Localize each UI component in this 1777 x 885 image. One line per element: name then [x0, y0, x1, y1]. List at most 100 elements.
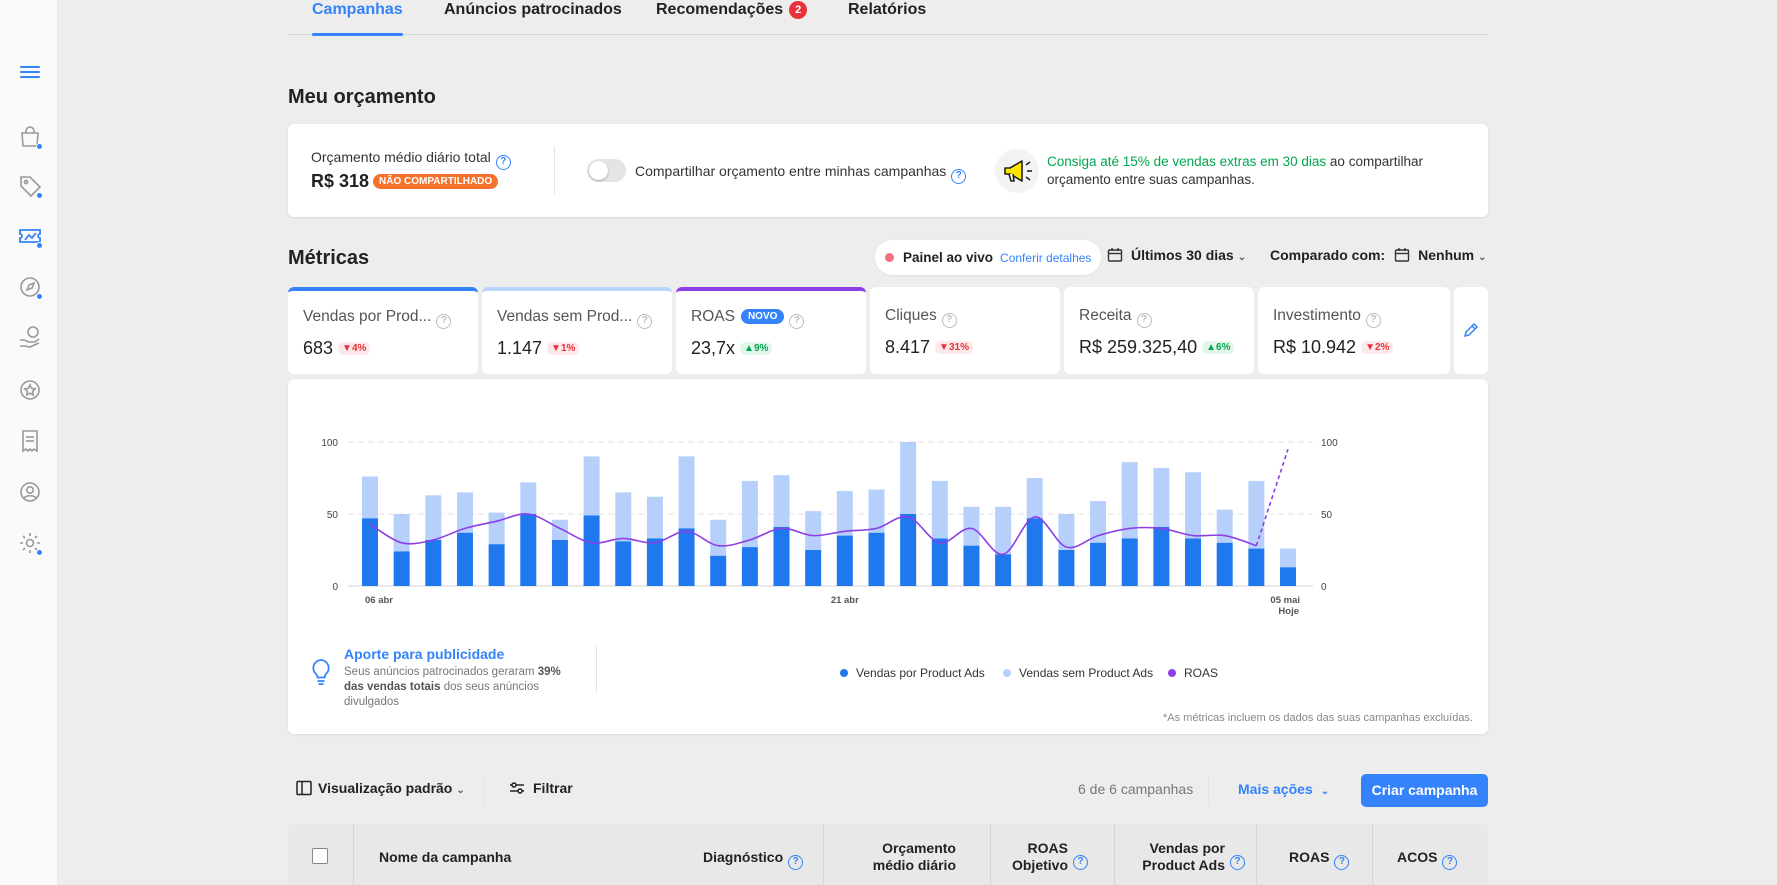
- legend-item-vendas-por-product-ads[interactable]: Vendas por Product Ads: [840, 666, 985, 680]
- compass-icon[interactable]: [17, 274, 43, 300]
- tab-recomendacoes[interactable]: Recomendações 2: [656, 0, 808, 35]
- bar-vendas-por-product-ads: [995, 554, 1012, 586]
- help-icon[interactable]: ?: [941, 313, 957, 328]
- notification-badge: 2: [789, 1, 808, 19]
- bar-vendas-por-product-ads: [931, 538, 948, 586]
- bar-vendas-sem-product-ads: [963, 506, 980, 546]
- tab-relatorios[interactable]: Relatórios: [848, 0, 926, 35]
- more-actions-button[interactable]: Mais ações ⌄: [1238, 781, 1329, 797]
- select-all-checkbox[interactable]: [312, 848, 328, 864]
- legend-label: ROAS: [1184, 666, 1219, 680]
- help-icon[interactable]: ?: [1073, 855, 1088, 870]
- column-header-nome[interactable]: Nome da campanha: [379, 849, 511, 866]
- metric-tile-investimento[interactable]: Investimento? R$ 10.942 ▼2%: [1258, 287, 1450, 374]
- user-icon[interactable]: [17, 479, 43, 505]
- shopping-bag-icon[interactable]: [17, 124, 43, 150]
- ads-ticket-icon[interactable]: [17, 223, 43, 249]
- bar-vendas-sem-product-ads: [1058, 514, 1075, 550]
- tile-value-text: 23,7x: [691, 338, 736, 358]
- budget-value-row: R$ 318 NÃO COMPARTILHADO: [311, 171, 499, 192]
- bar-vendas-por-product-ads: [646, 538, 663, 586]
- live-details-link[interactable]: Conferir detalhes: [1000, 251, 1091, 265]
- tile-value-text: 1.147: [497, 338, 543, 358]
- help-icon[interactable]: ?: [1136, 313, 1152, 328]
- help-icon[interactable]: ?: [951, 169, 967, 184]
- bar-vendas-sem-product-ads: [1153, 467, 1170, 527]
- column-divider: [1372, 824, 1373, 885]
- period-selector[interactable]: Últimos 30 dias ⌄: [1107, 247, 1246, 263]
- bar-vendas-sem-product-ads: [488, 512, 505, 545]
- help-icon[interactable]: ?: [495, 155, 511, 170]
- bar-vendas-por-product-ads: [900, 514, 917, 586]
- settings-icon[interactable]: [17, 530, 43, 556]
- insight-title[interactable]: Aporte para publicidade: [344, 646, 504, 662]
- legend-dot: [1168, 669, 1176, 677]
- column-header-label: Diagnóstico: [703, 849, 784, 865]
- y-tick-label-right: 0: [1321, 582, 1327, 593]
- share-budget-toggle[interactable]: [587, 159, 626, 182]
- metric-tile-receita[interactable]: Receita? R$ 259.325,40 ▲6%: [1064, 287, 1254, 374]
- tab-anuncios-patrocinados[interactable]: Anúncios patrocinados: [444, 0, 622, 35]
- menu-icon[interactable]: [17, 59, 43, 85]
- view-selector[interactable]: Visualização padrão ⌄: [296, 780, 465, 796]
- help-icon[interactable]: ?: [789, 314, 805, 329]
- bar-vendas-sem-product-ads: [773, 475, 790, 527]
- compare-selector[interactable]: Comparado com: Nenhum ⌄: [1270, 247, 1487, 263]
- bar-vendas-sem-product-ads: [805, 511, 822, 550]
- star-badge-icon[interactable]: [17, 377, 43, 403]
- bar-vendas-por-product-ads: [456, 532, 473, 586]
- tile-value-text: 683: [303, 338, 334, 358]
- chart-card: 0 0 50 50 100 100 06 abr 21 abr 05 mai Hoje Aport…: [288, 379, 1488, 734]
- tile-name: Investimento?: [1273, 307, 1381, 328]
- legend-item-vendas-sem-product-ads[interactable]: Vendas sem Product Ads: [1003, 666, 1153, 680]
- metric-tile-cliques[interactable]: Cliques? 8.417 ▼31%: [870, 287, 1060, 374]
- pencil-icon: [1463, 322, 1479, 338]
- help-icon[interactable]: ?: [1442, 855, 1458, 870]
- tab-bar: Campanhas Anúncios patrocinados Recomend…: [288, 0, 1488, 36]
- help-icon[interactable]: ?: [1334, 855, 1350, 870]
- legend-item-roas[interactable]: ROAS: [1168, 666, 1218, 680]
- tile-name: Vendas por Prod...?: [303, 308, 452, 329]
- column-header-roas-objetivo[interactable]: ROAS Objetivo?: [1008, 840, 1088, 874]
- status-badge: NÃO COMPARTILHADO: [373, 174, 499, 189]
- delta-badge: ▲9%: [740, 342, 773, 355]
- bar-vendas-por-product-ads: [773, 526, 790, 586]
- tag-icon[interactable]: [17, 173, 43, 199]
- metric-tile-vendas-sem-product-ads[interactable]: Vendas sem Prod...? 1.147 ▼1%: [482, 287, 672, 374]
- metric-tile-roas[interactable]: ROAS NOVO? 23,7x ▲9%: [676, 287, 866, 374]
- bar-vendas-por-product-ads: [1248, 548, 1265, 586]
- column-header-vendas-por-product-ads[interactable]: Vendas por Product Ads?: [1123, 840, 1245, 874]
- delta-badge: ▲6%: [1202, 341, 1235, 354]
- tile-value: 683 ▼4%: [303, 338, 371, 359]
- tab-campanhas[interactable]: Campanhas: [312, 0, 403, 36]
- money-hand-icon[interactable]: [17, 324, 43, 350]
- bar-vendas-sem-product-ads: [1248, 480, 1265, 549]
- help-icon[interactable]: ?: [1230, 855, 1245, 870]
- tab-label: Relatórios: [848, 1, 927, 18]
- y-tick-label-left: 0: [332, 582, 338, 593]
- help-icon[interactable]: ?: [788, 855, 804, 870]
- tab-label: Recomendações: [656, 1, 784, 18]
- bar-vendas-sem-product-ads: [362, 476, 378, 519]
- column-header-roas[interactable]: ROAS?: [1289, 849, 1350, 870]
- delta-badge: ▼31%: [935, 341, 973, 354]
- tile-name-text: Vendas sem Prod...: [497, 308, 633, 325]
- column-header-orcamento[interactable]: Orçamento médio diário: [840, 840, 956, 874]
- bar-vendas-por-product-ads: [1090, 542, 1107, 586]
- filter-button[interactable]: Filtrar: [509, 780, 573, 796]
- tile-value: R$ 10.942 ▼2%: [1273, 337, 1394, 358]
- help-icon[interactable]: ?: [637, 314, 653, 329]
- share-label-text: Compartilhar orçamento entre minhas camp…: [635, 163, 947, 179]
- column-header-acos[interactable]: ACOS?: [1397, 849, 1458, 870]
- help-icon[interactable]: ?: [436, 314, 452, 329]
- help-icon[interactable]: ?: [1365, 313, 1381, 328]
- edit-metrics-button[interactable]: [1454, 287, 1488, 374]
- create-campaign-button[interactable]: Criar campanha: [1361, 774, 1488, 807]
- metric-tile-vendas-por-product-ads[interactable]: Vendas por Prod...? 683 ▼4%: [288, 287, 478, 374]
- x-tick-sublabel: Hoje: [1278, 606, 1299, 617]
- bar-vendas-por-product-ads: [678, 528, 695, 586]
- receipt-icon[interactable]: [17, 428, 43, 454]
- column-header-diagnostico[interactable]: Diagnóstico?: [703, 849, 804, 870]
- compare-value: Nenhum: [1418, 247, 1475, 263]
- bar-vendas-por-product-ads: [1058, 550, 1075, 586]
